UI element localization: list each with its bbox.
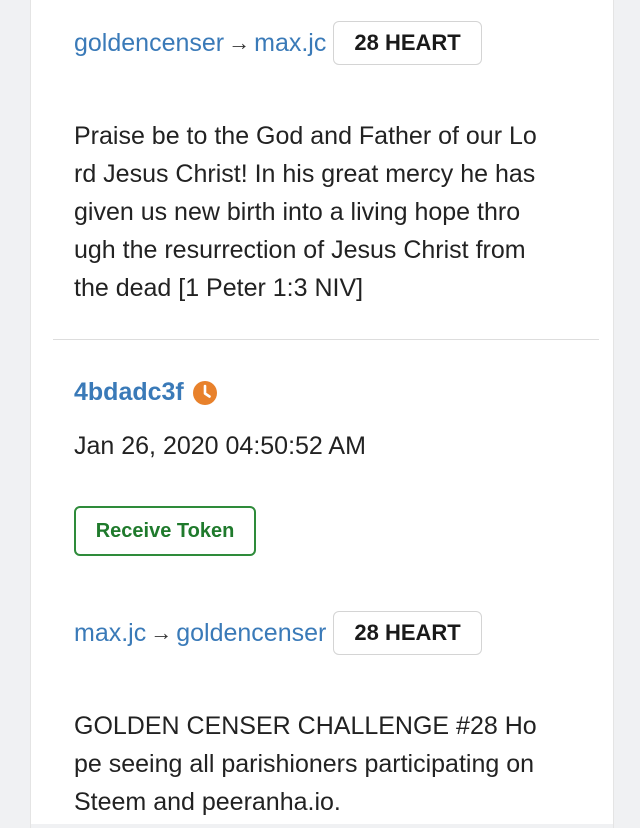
memo-line: the dead [1 Peter 1:3 NIV] — [74, 274, 364, 302]
memo-line: pe seeing all parishioners participating… — [74, 750, 535, 778]
sender-link[interactable]: max.jc — [74, 619, 146, 648]
action-row: Receive Token — [74, 506, 593, 556]
clock-icon — [192, 380, 218, 406]
transaction-card: goldencenser → max.jc 28 HEART Praise be… — [30, 0, 614, 828]
transfer-line: goldencenser → max.jc 28 HEART — [74, 20, 593, 66]
recipient-link[interactable]: goldencenser — [176, 619, 326, 648]
timestamp: Jan 26, 2020 04:50:52 AM — [74, 432, 366, 460]
recipient-link[interactable]: max.jc — [254, 29, 326, 58]
timestamp-row: Jan 26, 2020 04:50:52 AM — [74, 432, 593, 461]
receive-token-button[interactable]: Receive Token — [74, 506, 256, 556]
divider — [53, 339, 599, 340]
memo-line: Steem and peeranha.io. — [74, 788, 341, 816]
amount-badge: 28 HEART — [333, 21, 482, 65]
memo-line: Praise be to the God and Father of our L… — [74, 122, 537, 150]
transfer-entry-2: max.jc → goldencenser 28 HEART — [74, 610, 593, 656]
sender-link[interactable]: goldencenser — [74, 29, 224, 58]
bottom-edge — [31, 824, 613, 828]
memo-block-1: Praise be to the God and Father of our L… — [74, 117, 593, 307]
memo-line: GOLDEN CENSER CHALLENGE #28 Ho — [74, 712, 537, 740]
arrow-icon: → — [228, 30, 251, 55]
tx-id-row: 4bdadc3f — [74, 378, 593, 407]
amount-badge: 28 HEART — [333, 611, 482, 655]
transfer-line: max.jc → goldencenser 28 HEART — [74, 610, 593, 656]
memo-line: rd Jesus Christ! In his great mercy he h… — [74, 160, 536, 188]
arrow-icon: → — [150, 620, 173, 645]
memo-line: ugh the resurrection of Jesus Christ fro… — [74, 236, 526, 264]
tx-id-link[interactable]: 4bdadc3f — [74, 378, 184, 407]
memo-line: given us new birth into a living hope th… — [74, 198, 521, 226]
memo-block-2: GOLDEN CENSER CHALLENGE #28 Ho pe seeing… — [74, 707, 593, 821]
transfer-entry-1: goldencenser → max.jc 28 HEART — [74, 20, 593, 66]
transaction-entry-2: 4bdadc3f — [74, 378, 593, 407]
